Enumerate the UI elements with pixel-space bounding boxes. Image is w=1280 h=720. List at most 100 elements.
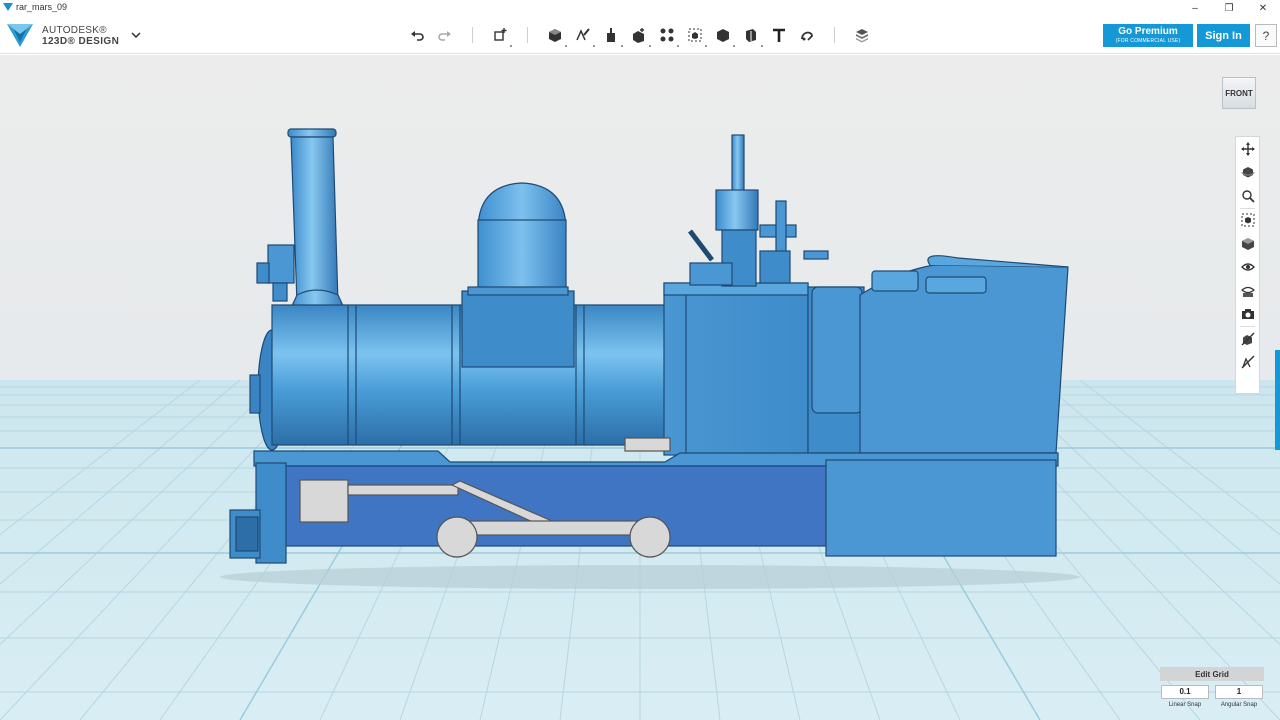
tool-group bbox=[403, 23, 876, 47]
hidden-sketches-icon bbox=[1241, 355, 1254, 369]
primitives-icon bbox=[549, 29, 561, 42]
title-bar: rar_mars_09 ‒ ❐ ✕ bbox=[0, 0, 1280, 16]
minimize-button[interactable]: ‒ bbox=[1178, 0, 1212, 16]
view-cube[interactable]: FRONT bbox=[1220, 75, 1258, 111]
pan-icon bbox=[1240, 141, 1255, 156]
snap-button[interactable] bbox=[793, 23, 821, 47]
material-icon bbox=[856, 29, 868, 43]
materials-outlines-icon bbox=[1240, 286, 1255, 297]
toolbar-separator bbox=[472, 27, 473, 43]
construct-icon bbox=[607, 28, 615, 42]
zoom-button[interactable] bbox=[1236, 184, 1259, 208]
brand-line-2: 123D® DESIGN bbox=[42, 36, 120, 47]
driving-wheel-front bbox=[436, 516, 478, 558]
redo-icon bbox=[438, 31, 451, 41]
view-cube-front-face[interactable]: FRONT bbox=[1222, 77, 1256, 109]
help-button[interactable]: ? bbox=[1255, 24, 1277, 47]
visibility-button[interactable] bbox=[1236, 256, 1259, 280]
primitives-button[interactable] bbox=[541, 23, 569, 47]
linear-snap-field[interactable]: 0.1 bbox=[1161, 685, 1209, 699]
app-menu-button[interactable] bbox=[128, 27, 144, 43]
cab-drum bbox=[811, 286, 863, 414]
smokebox-hinge bbox=[249, 374, 261, 414]
window-controls: ‒ ❐ ✕ bbox=[1178, 0, 1280, 16]
text-icon bbox=[773, 28, 785, 42]
pattern-button[interactable] bbox=[653, 23, 681, 47]
chimney bbox=[290, 136, 339, 304]
orbit-button[interactable] bbox=[1236, 161, 1259, 185]
snapshot-button[interactable] bbox=[1236, 303, 1259, 327]
autodesk-logo-icon[interactable] bbox=[5, 20, 35, 50]
sign-in-button[interactable]: Sign In bbox=[1197, 24, 1250, 47]
materials-outlines-button[interactable] bbox=[1236, 279, 1259, 303]
handle bbox=[803, 250, 829, 260]
modify-button[interactable] bbox=[625, 23, 653, 47]
rear-frame bbox=[825, 459, 1057, 557]
hidden-objects-icon bbox=[1241, 332, 1254, 346]
buffer-recess bbox=[235, 516, 259, 552]
orbit-icon bbox=[1241, 167, 1254, 178]
chevron-down-icon bbox=[131, 32, 141, 38]
app-logo-icon bbox=[3, 3, 13, 11]
grid-panel: Edit Grid 0.1 1 Linear Snap Angular Snap bbox=[1160, 667, 1265, 712]
toolbar-separator bbox=[834, 27, 835, 43]
regulator bbox=[715, 189, 759, 231]
maximize-button[interactable]: ❐ bbox=[1212, 0, 1246, 16]
lamp bbox=[267, 244, 295, 284]
linear-snap-label: Linear Snap bbox=[1168, 702, 1202, 708]
view-mode-button[interactable] bbox=[1236, 232, 1259, 256]
valve-body bbox=[759, 250, 791, 284]
zoom-icon bbox=[1241, 190, 1255, 203]
dome-flange bbox=[467, 286, 569, 296]
hidden-objects-button[interactable] bbox=[1236, 327, 1259, 351]
toolbar-separator bbox=[527, 27, 528, 43]
snap-icon bbox=[801, 31, 813, 41]
model-shadow bbox=[220, 565, 1080, 589]
sketch-button[interactable] bbox=[569, 23, 597, 47]
fit-icon bbox=[1241, 213, 1254, 227]
redo-button[interactable] bbox=[431, 23, 459, 47]
hidden-sketches-button[interactable] bbox=[1236, 351, 1259, 375]
driving-wheel-rear bbox=[629, 516, 671, 558]
brand-line-1: AUTODESK® bbox=[42, 25, 107, 36]
combine-button[interactable] bbox=[709, 23, 737, 47]
piston-rod bbox=[347, 484, 459, 496]
edit-grid-button[interactable]: Edit Grid bbox=[1160, 667, 1264, 681]
coupling-rod bbox=[454, 520, 656, 536]
combine-icon bbox=[717, 29, 729, 42]
go-premium-button[interactable]: Go Premium (FOR COMMERCIAL USE) bbox=[1103, 24, 1193, 47]
visibility-icon bbox=[1240, 263, 1255, 271]
lamp-bracket bbox=[272, 282, 288, 302]
modify-icon bbox=[633, 28, 644, 43]
steam-dome bbox=[477, 219, 567, 293]
construct-button[interactable] bbox=[597, 23, 625, 47]
group-button[interactable] bbox=[681, 23, 709, 47]
3d-scene[interactable] bbox=[0, 55, 1280, 720]
3d-viewport[interactable] bbox=[0, 55, 1280, 720]
fit-button[interactable] bbox=[1236, 209, 1259, 233]
filler-cap bbox=[925, 276, 987, 294]
whistle-pipe bbox=[731, 134, 745, 196]
lamp-lens bbox=[256, 262, 270, 284]
slide-bar bbox=[624, 437, 671, 452]
viewport-side-tab[interactable] bbox=[1275, 350, 1280, 450]
transform-button[interactable] bbox=[486, 23, 514, 47]
measure-button[interactable] bbox=[737, 23, 765, 47]
measure-icon bbox=[746, 29, 756, 42]
undo-button[interactable] bbox=[403, 23, 431, 47]
window-title: rar_mars_09 bbox=[16, 2, 68, 12]
pan-button[interactable] bbox=[1236, 137, 1259, 161]
cylinder bbox=[299, 479, 349, 523]
material-button[interactable] bbox=[848, 23, 876, 47]
main-toolbar: AUTODESK® 123D® DESIGN Go Premium (FOR C… bbox=[0, 16, 1280, 54]
text-button[interactable] bbox=[765, 23, 793, 47]
undo-icon bbox=[411, 31, 424, 41]
snapshot-icon bbox=[1241, 309, 1254, 320]
close-button[interactable]: ✕ bbox=[1246, 0, 1280, 16]
transform-icon bbox=[494, 28, 507, 41]
chimney-cap bbox=[287, 128, 337, 138]
brand-label: AUTODESK® 123D® DESIGN bbox=[42, 25, 119, 47]
angular-snap-label: Angular Snap bbox=[1220, 702, 1258, 708]
angular-snap-field[interactable]: 1 bbox=[1215, 685, 1263, 699]
group-icon bbox=[688, 28, 702, 42]
